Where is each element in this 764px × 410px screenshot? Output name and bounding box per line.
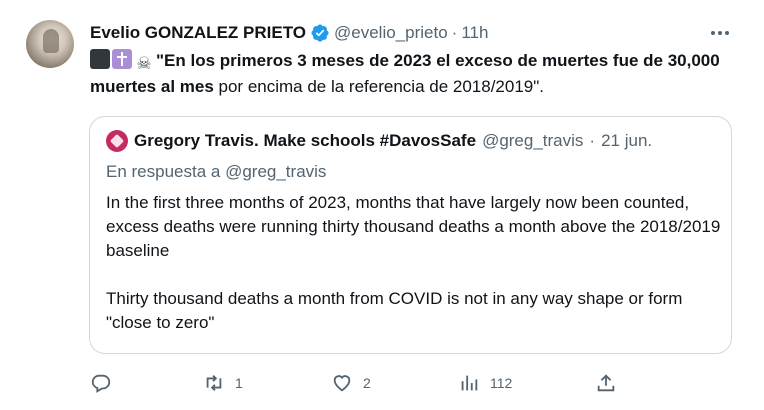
- heart-icon: [333, 375, 351, 392]
- header-separator: ·: [451, 23, 458, 42]
- action-bar: 1 2 112: [90, 368, 630, 398]
- views-count: 112: [490, 375, 513, 391]
- tweet-header: Evelio GONZALEZ PRIETO @evelio_prieto · …: [90, 21, 488, 45]
- quoted-timestamp: 21 jun.: [601, 131, 653, 150]
- latin-cross-emoji-icon: [112, 49, 132, 69]
- quoted-separator: ·: [589, 131, 596, 150]
- retweet-button[interactable]: 1: [203, 368, 243, 398]
- author-name[interactable]: Evelio GONZALEZ PRIETO: [90, 23, 306, 43]
- quoted-paragraph-2: Thirty thousand deaths a month from COVI…: [106, 289, 683, 332]
- like-button[interactable]: 2: [331, 368, 371, 398]
- black-square-emoji-icon: [90, 49, 110, 69]
- reply-icon: [91, 374, 111, 393]
- share-icon: [597, 374, 615, 392]
- retweet-icon: [206, 375, 222, 391]
- tweet-text: ☠ "En los primeros 3 meses de 2023 el exc…: [90, 48, 740, 100]
- retweet-count: 1: [235, 375, 243, 391]
- quoted-tweet-header: Gregory Travis. Make schools #DavosSafe …: [106, 130, 652, 152]
- views-chart-icon: [461, 375, 478, 391]
- like-count: 2: [363, 375, 371, 391]
- tweet-normal-text: por encima de la referencia de 2018/2019…: [213, 77, 544, 96]
- quoted-paragraph-1: In the first three months of 2023, month…: [106, 193, 721, 260]
- reply-button[interactable]: [90, 368, 122, 398]
- author-avatar[interactable]: [26, 20, 74, 68]
- views-button[interactable]: 112: [458, 368, 512, 398]
- share-button[interactable]: [595, 368, 617, 398]
- skull-and-crossbones-emoji-icon: ☠: [136, 54, 152, 73]
- quoted-author-handle: @greg_travis: [482, 131, 584, 150]
- verified-badge-icon: [311, 24, 329, 42]
- quoted-tweet[interactable]: Gregory Travis. Make schools #DavosSafe …: [89, 116, 732, 354]
- author-handle[interactable]: @evelio_prieto: [334, 23, 448, 43]
- more-options-icon[interactable]: [706, 23, 734, 43]
- tweet-timestamp[interactable]: 11h: [461, 23, 488, 43]
- quoted-author-avatar: [106, 130, 128, 152]
- quoted-author-name: Gregory Travis. Make schools #DavosSafe: [134, 131, 477, 150]
- quoted-reply-to: En respuesta a @greg_travis: [106, 162, 327, 181]
- quoted-tweet-text: In the first three months of 2023, month…: [106, 191, 721, 359]
